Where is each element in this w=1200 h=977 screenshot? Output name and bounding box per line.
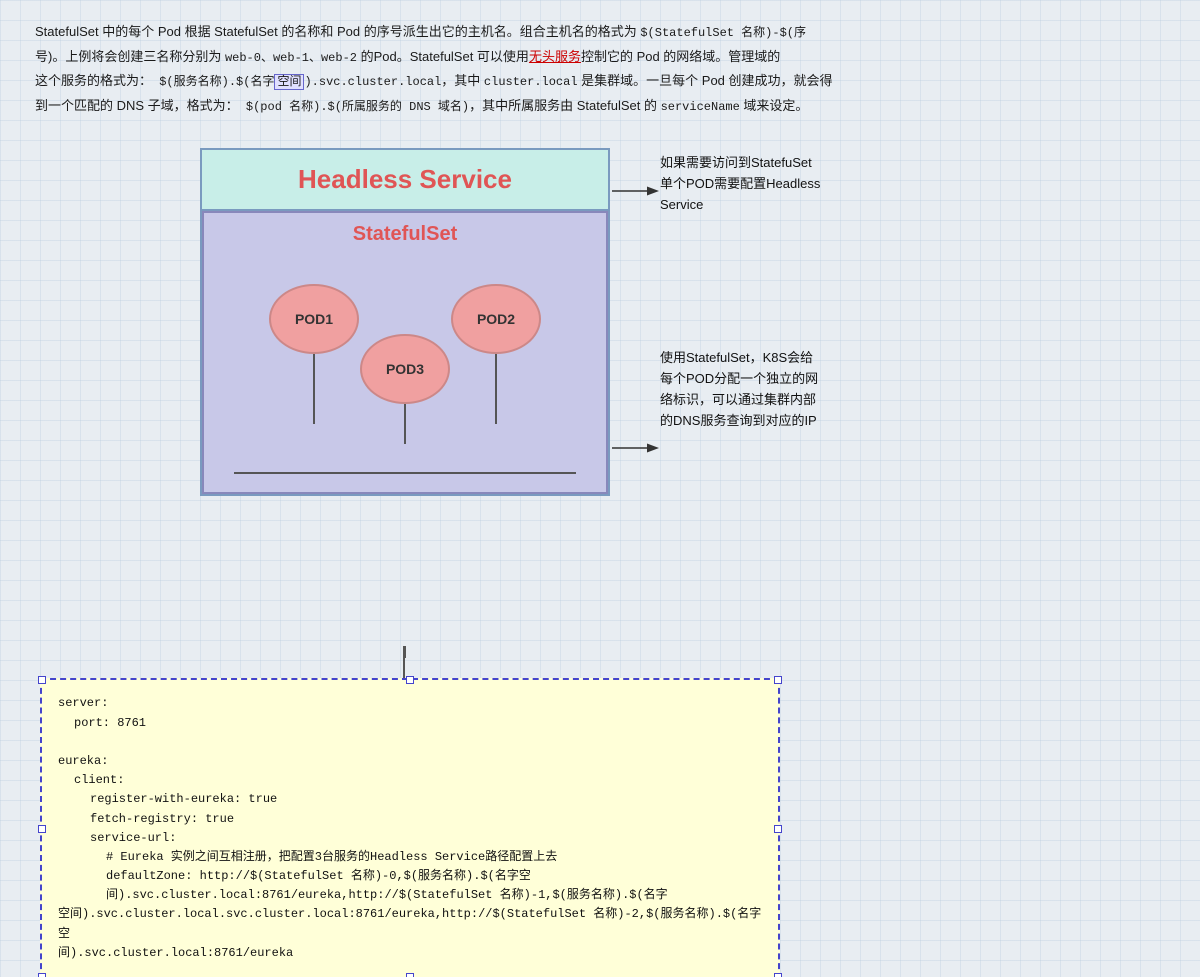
pod2-wrap: POD2 bbox=[451, 284, 541, 424]
code-line-3 bbox=[58, 733, 762, 752]
code-block-wrapper: server: port: 8761 eureka: client: regis… bbox=[30, 678, 790, 977]
handle-bl[interactable] bbox=[38, 973, 46, 977]
handle-mr[interactable] bbox=[774, 825, 782, 833]
pod1-wrap: POD1 bbox=[269, 284, 359, 424]
code-line-6: register-with-eureka: true bbox=[58, 790, 762, 809]
code-line-2: port: 8761 bbox=[58, 714, 762, 733]
top-paragraph: StatefulSet 中的每个 Pod 根据 StatefulSet 的名称和… bbox=[20, 20, 1180, 118]
code-line-4: eureka: bbox=[58, 752, 762, 771]
base-line bbox=[234, 472, 576, 474]
pod3-circle: POD3 bbox=[360, 334, 450, 404]
vertical-connector bbox=[403, 646, 405, 681]
pod2-stem bbox=[495, 354, 497, 424]
headless-service-header: Headless Service bbox=[202, 150, 608, 211]
diagram-container: Headless Service StatefulSet POD1 bbox=[20, 138, 800, 658]
code-line-7: fetch-registry: true bbox=[58, 810, 762, 829]
headless-service-box: Headless Service StatefulSet POD1 bbox=[200, 148, 610, 496]
handle-br[interactable] bbox=[774, 973, 782, 977]
pod1-stem bbox=[313, 354, 315, 424]
code-line-9: # Eureka 实例之间互相注册，把配置3台服务的Headless Servi… bbox=[58, 848, 762, 867]
para-line1: StatefulSet 中的每个 Pod 根据 StatefulSet 的名称和… bbox=[35, 24, 806, 39]
handle-ml[interactable] bbox=[38, 825, 46, 833]
pod2-circle: POD2 bbox=[451, 284, 541, 354]
headless-service-title: Headless Service bbox=[298, 164, 512, 194]
code-line-5: client: bbox=[58, 771, 762, 790]
pods-layout: POD1 POD2 POD3 bbox=[214, 254, 596, 474]
statefulset-title: StatefulSet bbox=[353, 223, 457, 246]
code-block: server: port: 8761 eureka: client: regis… bbox=[40, 678, 780, 977]
pod3-stem bbox=[404, 404, 406, 444]
para-line4: 到一个匹配的 DNS 子域，格式为： $(pod 名称).$(所属服务的 DNS… bbox=[35, 98, 808, 113]
code-line-12: 间).svc.cluster.local:8761/eureka bbox=[58, 944, 762, 963]
code-line-11: 空间).svc.cluster.local.svc.cluster.local:… bbox=[58, 905, 762, 943]
pod1-circle: POD1 bbox=[269, 284, 359, 354]
handle-bm[interactable] bbox=[406, 973, 414, 977]
handle-tr[interactable] bbox=[774, 676, 782, 684]
code-line-10: defaultZone: http://$(StatefulSet 名称)-0,… bbox=[58, 867, 762, 905]
handle-tm[interactable] bbox=[406, 676, 414, 684]
para-line3: 这个服务的格式为： $(服务名称).$(名字空间).svc.cluster.lo… bbox=[35, 73, 833, 88]
para-line2: 号)。上例将会创建三名称分别为 web-0、web-1、web-2 的Pod。S… bbox=[35, 49, 780, 64]
annotation-top: 如果需要访问到StatefuSet 单个POD需要配置Headless Serv… bbox=[660, 153, 940, 215]
handle-tl[interactable] bbox=[38, 676, 46, 684]
page-wrapper: StatefulSet 中的每个 Pod 根据 StatefulSet 的名称和… bbox=[0, 0, 1200, 803]
code-line-8: service-url: bbox=[58, 829, 762, 848]
pod3-wrap: POD3 bbox=[360, 334, 450, 444]
statefulset-box: StatefulSet POD1 POD2 bbox=[202, 211, 608, 494]
annotation-bottom: 使用StatefulSet，K8S会给 每个POD分配一个独立的网 络标识，可以… bbox=[660, 348, 960, 431]
code-line-1: server: bbox=[58, 694, 762, 713]
